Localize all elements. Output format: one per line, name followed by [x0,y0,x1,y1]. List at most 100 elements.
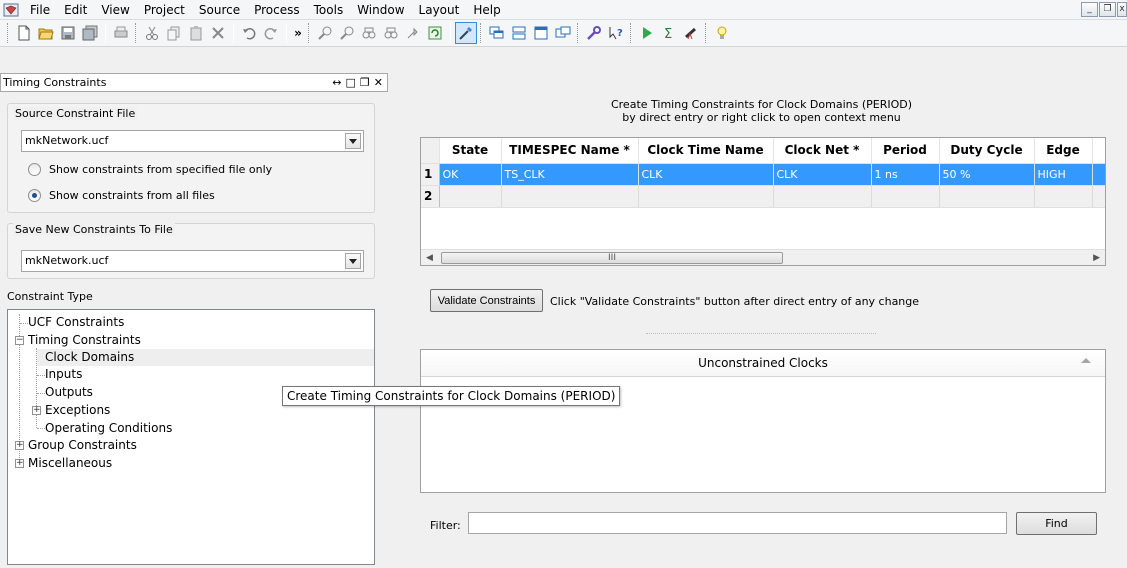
redo-icon[interactable] [260,22,282,44]
wrench-icon[interactable] [583,22,605,44]
menu-window[interactable]: Window [350,0,411,20]
expand-icon[interactable]: + [15,459,24,468]
restore-button[interactable]: ❐ [1099,2,1116,17]
cell-period[interactable] [871,185,940,208]
find-icon[interactable] [314,22,336,44]
unconstrained-clocks-header[interactable]: Unconstrained Clocks [421,350,1105,377]
binoculars-icon[interactable] [358,22,380,44]
cell-clock-time-name[interactable] [638,185,774,208]
chevron-down-icon[interactable] [345,253,361,269]
help-pointer-icon[interactable]: ? [605,22,627,44]
menu-source[interactable]: Source [192,0,247,20]
menu-edit[interactable]: Edit [57,0,94,20]
tree-item-timing-constraints[interactable]: Timing Constraints [28,332,141,349]
toolbar-grip[interactable] [7,23,10,43]
copy-icon[interactable] [163,22,185,44]
menu-process[interactable]: Process [247,0,307,20]
cell-edge[interactable]: HIGH [1034,163,1093,186]
toolbar-grip[interactable] [480,23,483,43]
collapse-icon[interactable]: − [15,336,24,345]
lightbulb-icon[interactable] [711,22,733,44]
horizontal-scrollbar[interactable]: ◀ III ▶ [421,249,1105,265]
menu-view[interactable]: View [94,0,136,20]
cell-clock-net[interactable]: CLK [773,163,872,186]
telescope-icon[interactable] [680,22,702,44]
tree-item-clock-domains[interactable]: Clock Domains [37,349,374,366]
splitter-grip[interactable] [646,333,876,334]
cell-timespec-name[interactable] [501,185,639,208]
scroll-left-icon[interactable]: ◀ [426,253,433,263]
toolbar-grip[interactable] [135,23,138,43]
toolbar-grip[interactable] [577,23,580,43]
table-row[interactable]: 1 OK TS_CLK CLK CLK 1 ns 50 % HIGH [421,163,1105,186]
tree-item-exceptions[interactable]: Exceptions [45,402,110,419]
column-header-clock-time-name[interactable]: Clock Time Name [638,138,774,164]
tree-item-group-constraints[interactable]: Group Constraints [28,437,137,454]
save-all-icon[interactable] [79,22,101,44]
panel-splitter[interactable] [388,73,391,568]
toolbar-grip[interactable] [705,23,708,43]
tree-item-ucf-constraints[interactable]: UCF Constraints [28,314,124,331]
new-file-icon[interactable] [13,22,35,44]
cell-period[interactable]: 1 ns [871,163,940,186]
cell-duty-cycle[interactable] [939,185,1035,208]
validate-constraints-button[interactable]: Validate Constraints [430,289,543,312]
minimize-button[interactable]: _ [1081,2,1098,17]
toolbar-grip[interactable] [308,23,311,43]
cascade-icon[interactable] [486,22,508,44]
source-file-combo[interactable]: mkNetwork.ucf [21,130,364,152]
menu-help[interactable]: Help [466,0,507,20]
delete-icon[interactable] [207,22,229,44]
expand-icon[interactable]: + [15,441,24,450]
binoculars-next-icon[interactable] [380,22,402,44]
close-button[interactable]: x [1117,2,1127,17]
maximize-icon[interactable]: □ [346,76,356,89]
menu-layout[interactable]: Layout [412,0,467,20]
restore-icon[interactable]: ❐ [360,76,370,89]
tree-item-miscellaneous[interactable]: Miscellaneous [28,455,112,472]
cell-edge[interactable] [1034,185,1093,208]
radio-specified-file[interactable]: Show constraints from specified file onl… [28,163,272,176]
tree-item-inputs[interactable]: Inputs [45,366,82,383]
column-header-duty-cycle[interactable]: Duty Cycle [939,138,1035,164]
cell-clock-time-name[interactable]: CLK [638,163,774,186]
scroll-right-icon[interactable]: ▶ [1093,253,1100,263]
column-header-state[interactable]: State [439,138,502,164]
find-button[interactable]: Find [1016,512,1097,535]
column-header-timespec-name[interactable]: TIMESPEC Name * [501,138,639,164]
refresh-icon[interactable] [424,22,446,44]
sigma-icon[interactable]: Σ [658,22,680,44]
open-folder-icon[interactable] [35,22,57,44]
menu-tools[interactable]: Tools [307,0,351,20]
cell-clock-net[interactable] [773,185,872,208]
find-next-icon[interactable] [336,22,358,44]
float-icon[interactable]: ↔ [332,76,341,89]
scroll-thumb[interactable]: III [441,252,783,264]
tile-vertical-icon[interactable] [530,22,552,44]
menu-file[interactable]: File [23,0,57,20]
table-row[interactable]: 2 [421,185,1105,208]
wizard-icon[interactable] [455,22,477,44]
cell-state[interactable] [439,185,502,208]
sort-up-icon[interactable] [1081,358,1091,363]
print-icon[interactable] [110,22,132,44]
more-icon[interactable]: » [291,26,305,40]
close-icon[interactable]: ✕ [374,76,383,89]
paste-icon[interactable] [185,22,207,44]
column-header-clock-net[interactable]: Clock Net * [773,138,872,164]
chevron-down-icon[interactable] [345,133,361,149]
restore-windows-icon[interactable] [552,22,574,44]
undo-icon[interactable] [238,22,260,44]
expand-icon[interactable]: + [32,406,41,415]
radio-all-files[interactable]: Show constraints from all files [28,189,215,202]
save-icon[interactable] [57,22,79,44]
tree-item-operating-conditions[interactable]: Operating Conditions [45,420,172,437]
tree-item-outputs[interactable]: Outputs [45,384,93,401]
column-header-edge[interactable]: Edge [1034,138,1093,164]
cell-timespec-name[interactable]: TS_CLK [501,163,639,186]
column-header-period[interactable]: Period [871,138,940,164]
cell-state[interactable]: OK [439,163,502,186]
save-file-combo[interactable]: mkNetwork.ucf [21,250,364,272]
run-icon[interactable] [636,22,658,44]
radio-specified-indicator[interactable] [28,163,41,176]
